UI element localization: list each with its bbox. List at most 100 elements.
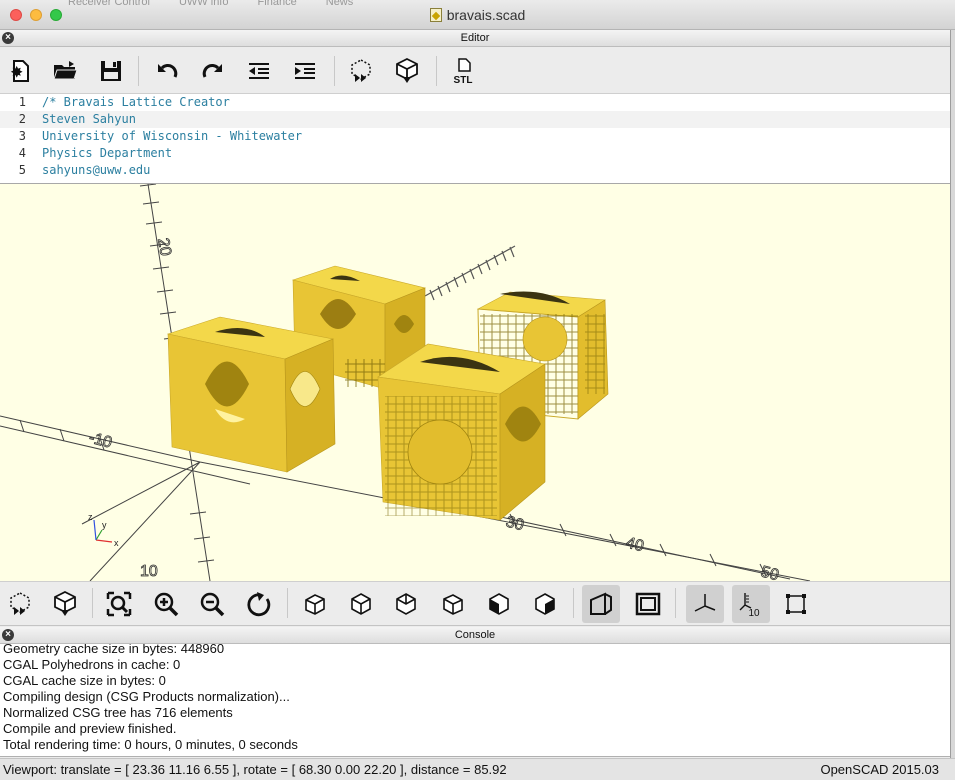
show-scale-markers-button[interactable]: 10 xyxy=(732,585,770,623)
show-edges-icon xyxy=(786,594,806,614)
console-output[interactable]: Geometry cache size in bytes: 448960 CGA… xyxy=(0,644,950,757)
console-line: Compiling design (CSG Products normaliza… xyxy=(3,689,290,704)
redo-icon xyxy=(202,64,222,78)
scene-svg: 20 0 -10 10 30 40 50 xyxy=(0,184,811,581)
preview-icon xyxy=(10,592,30,615)
line-number: 5 xyxy=(18,163,26,177)
new-file-icon xyxy=(10,60,29,82)
line-text: sahyuns@uww.edu xyxy=(42,163,151,177)
axis-indicator-y: y xyxy=(102,520,107,530)
redo-button[interactable] xyxy=(196,53,230,89)
editor-close-icon[interactable]: × xyxy=(2,32,14,44)
render-icon xyxy=(54,590,76,616)
document-icon xyxy=(429,8,442,22)
line-text: University of Wisconsin - Whitewater xyxy=(42,129,303,143)
axis-indicator-x: x xyxy=(114,538,119,548)
axis-label: 40 xyxy=(624,534,646,555)
view-left-button[interactable] xyxy=(434,585,472,623)
console-close-icon[interactable]: × xyxy=(2,629,14,641)
zoom-in-button[interactable] xyxy=(147,585,185,623)
toolbar-separator xyxy=(92,588,93,618)
show-edges-button[interactable] xyxy=(777,585,815,623)
line-number: 3 xyxy=(18,129,26,143)
line-text: Physics Department xyxy=(42,146,173,160)
view-left-icon xyxy=(443,594,463,615)
indent-icon xyxy=(295,63,315,79)
view-top-icon xyxy=(351,593,371,615)
view-bottom-icon xyxy=(396,593,416,615)
zoom-out-button[interactable] xyxy=(193,585,231,623)
console-dock-title: Console xyxy=(454,629,496,641)
title-bar: Receiver Control UWW info Finance News b… xyxy=(0,0,955,30)
undo-icon xyxy=(158,64,178,78)
indent-button[interactable] xyxy=(288,53,322,89)
unindent-button[interactable] xyxy=(242,53,276,89)
save-icon xyxy=(101,61,121,81)
view-all-icon xyxy=(106,591,132,617)
console-line: Total rendering time: 0 hours, 0 minutes… xyxy=(3,737,298,752)
scale-ruler-top xyxy=(424,245,516,301)
save-button[interactable] xyxy=(94,53,128,89)
window-right-edge xyxy=(950,30,955,758)
version-label: OpenSCAD 2015.03 xyxy=(820,762,939,777)
preview-button[interactable] xyxy=(1,585,39,623)
editor-dock-title: Editor xyxy=(460,32,490,44)
reset-view-button[interactable] xyxy=(240,585,278,623)
view-top-button[interactable] xyxy=(342,585,380,623)
axis-label: 10 xyxy=(140,563,158,580)
undo-button[interactable] xyxy=(150,53,184,89)
axis-indicator: x y z xyxy=(88,512,119,548)
viewport-status: Viewport: translate = [ 23.36 11.16 6.55… xyxy=(3,762,507,777)
view-back-icon xyxy=(535,593,555,615)
reset-view-icon xyxy=(247,592,271,617)
stl-label: STL xyxy=(454,75,473,85)
console-line: Geometry cache size in bytes: 448960 xyxy=(3,644,225,656)
perspective-button[interactable] xyxy=(582,585,620,623)
view-back-button[interactable] xyxy=(526,585,564,623)
new-file-button[interactable] xyxy=(3,53,37,89)
render-button[interactable] xyxy=(390,53,424,89)
toolbar-separator xyxy=(287,588,288,618)
export-stl-button[interactable]: STL xyxy=(446,53,480,89)
view-right-icon xyxy=(305,594,325,615)
view-front-button[interactable] xyxy=(480,585,518,623)
line-text: /* Bravais Lattice Creator xyxy=(42,95,230,109)
editor-line: 4 Physics Department xyxy=(0,145,950,162)
console-line: CGAL Polyhedrons in cache: 0 xyxy=(3,657,181,672)
toolbar-separator xyxy=(334,56,335,86)
open-file-button[interactable] xyxy=(48,53,82,89)
show-axes-button[interactable] xyxy=(686,585,724,623)
show-axes-icon xyxy=(694,594,716,612)
lattice-cube-front-left xyxy=(166,316,336,473)
orthogonal-icon xyxy=(635,592,661,616)
toolbar-separator xyxy=(675,588,676,618)
view-all-button[interactable] xyxy=(100,585,138,623)
toolbar-separator xyxy=(573,588,574,618)
axis-indicator-z: z xyxy=(88,512,93,522)
scale-label: 10 xyxy=(748,608,760,618)
editor-toolbar: STL xyxy=(0,48,950,94)
console-dock-header: × Console xyxy=(0,627,950,644)
preview-icon xyxy=(351,59,371,82)
open-folder-icon xyxy=(53,61,78,80)
render-icon xyxy=(396,57,418,83)
axis-label: 50 xyxy=(759,563,781,581)
editor-line: 1 /* Bravais Lattice Creator xyxy=(0,94,950,111)
line-number: 2 xyxy=(18,112,26,126)
3d-viewport[interactable]: 20 0 -10 10 30 40 50 xyxy=(0,184,950,581)
line-number: 4 xyxy=(18,146,26,160)
editor-line: 5 sahyuns@uww.edu xyxy=(0,162,950,179)
unindent-icon xyxy=(249,63,269,79)
orthogonal-button[interactable] xyxy=(629,585,667,623)
window-title-text: bravais.scad xyxy=(446,7,526,23)
export-stl-icon: STL xyxy=(454,58,473,85)
code-editor[interactable]: 1 /* Bravais Lattice Creator 2 Steven Sa… xyxy=(0,94,950,184)
preview-button[interactable] xyxy=(344,53,378,89)
toolbar-separator xyxy=(436,56,437,86)
console-line: Normalized CSG tree has 716 elements xyxy=(3,705,233,720)
render-button[interactable] xyxy=(46,585,84,623)
console-line: Compile and preview finished. xyxy=(3,721,177,736)
view-right-button[interactable] xyxy=(296,585,334,623)
perspective-icon xyxy=(590,592,612,615)
view-bottom-button[interactable] xyxy=(387,585,425,623)
